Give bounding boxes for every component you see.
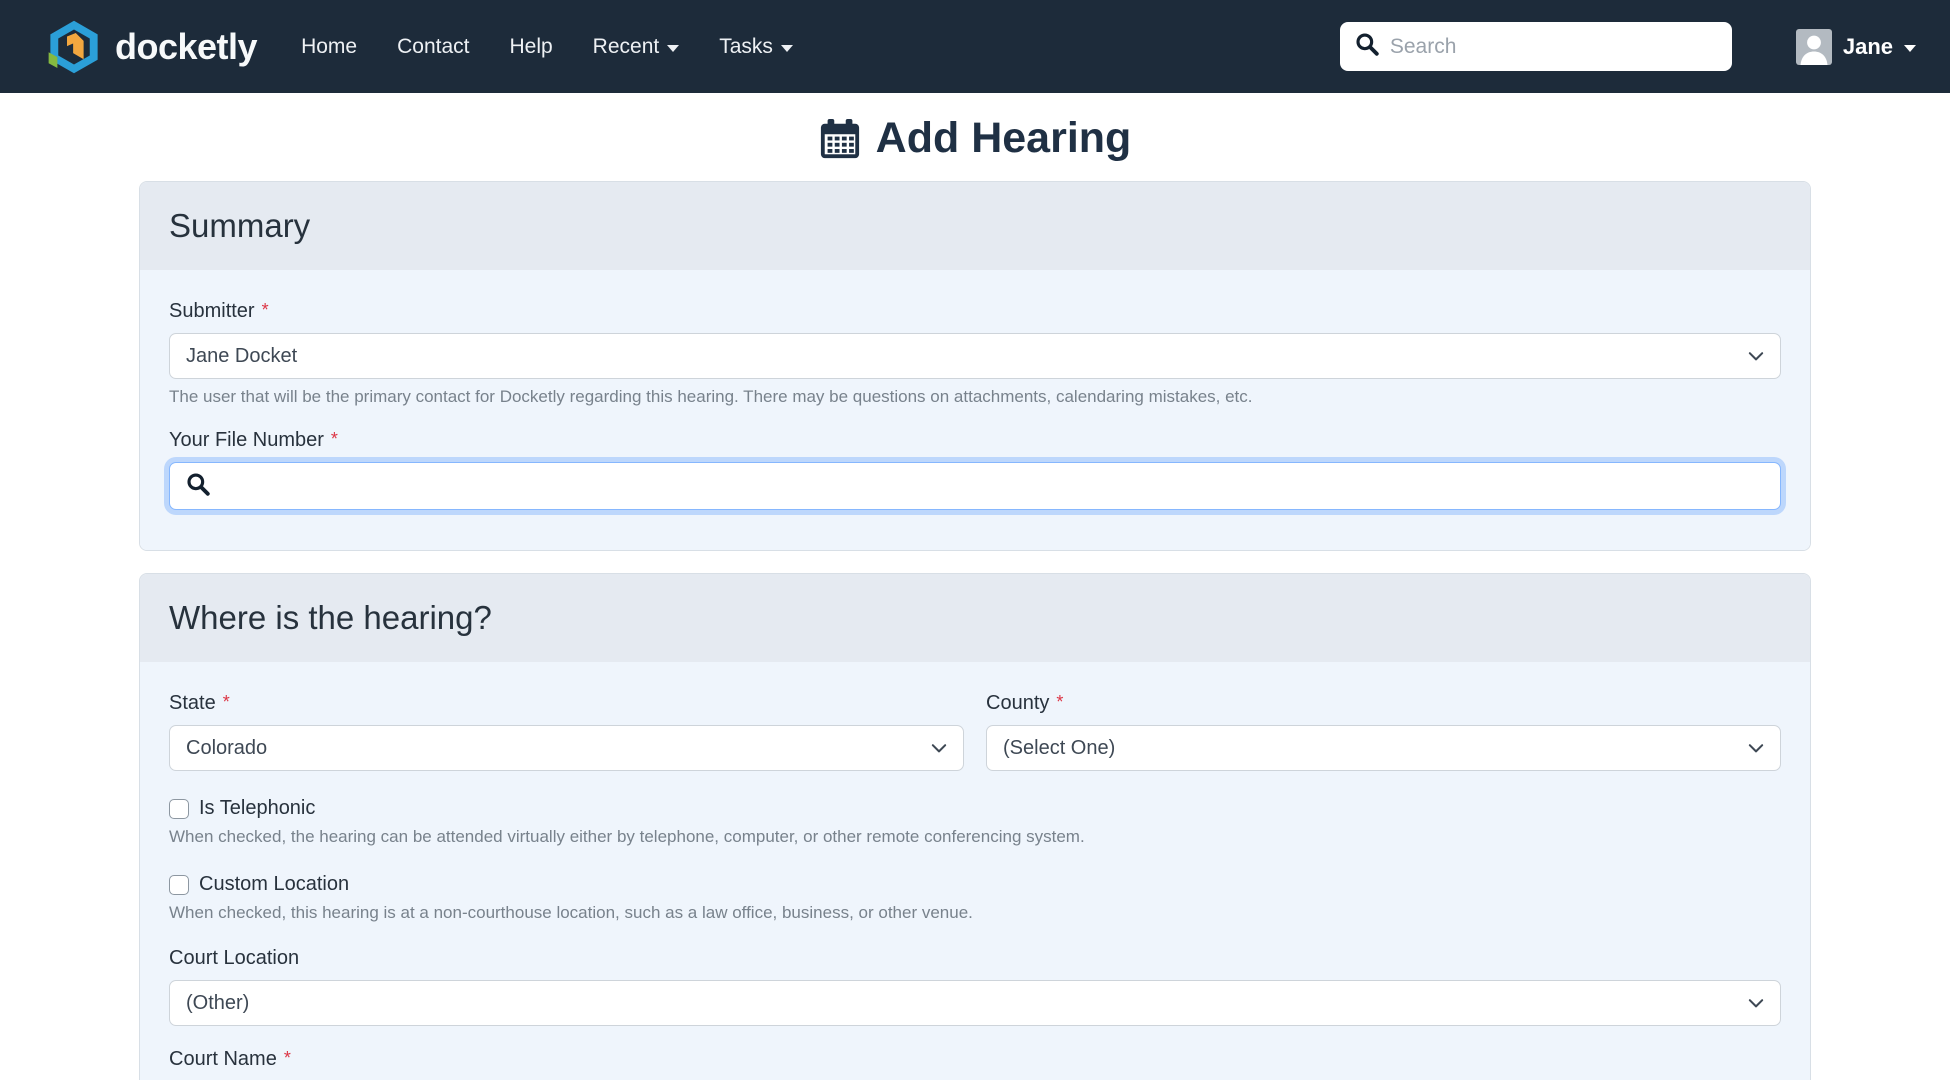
search-icon <box>185 471 211 502</box>
page: docketly Home Contact Help Recent Tasks <box>0 0 1950 1080</box>
county-field-group: County * (Select One) <box>986 692 1781 771</box>
submitter-label: Submitter * <box>169 300 1781 323</box>
nav-item-recent-label: Recent <box>592 34 660 58</box>
required-asterisk: * <box>330 429 338 449</box>
court-name-label-text: Court Name <box>169 1048 277 1070</box>
court-location-select[interactable]: (Other) <box>169 980 1781 1026</box>
custom-location-row[interactable]: Custom Location <box>169 873 1781 896</box>
where-card-title: Where is the hearing? <box>140 574 1810 662</box>
required-asterisk: * <box>1056 692 1064 712</box>
nav-links: Home Contact Help Recent Tasks <box>301 35 793 59</box>
submitter-select[interactable]: Jane Docket <box>169 333 1781 379</box>
custom-location-group: Custom Location When checked, this heari… <box>169 873 1781 923</box>
user-menu[interactable]: Jane <box>1795 28 1916 65</box>
court-name-field-group: Court Name * <box>169 1048 1781 1080</box>
where-card: Where is the hearing? State * Colorado C… <box>139 573 1811 1080</box>
where-card-body: State * Colorado County * (Select One) I… <box>140 662 1810 1080</box>
page-title: Add Hearing <box>0 114 1950 163</box>
custom-location-help-text: When checked, this hearing is at a non-c… <box>169 903 973 922</box>
submitter-label-text: Submitter <box>169 300 255 322</box>
caret-down-icon <box>667 44 680 52</box>
court-location-label-text: Court Location <box>169 947 300 969</box>
caret-down-icon <box>1904 44 1916 52</box>
is-telephonic-group: Is Telephonic When checked, the hearing … <box>169 797 1781 847</box>
is-telephonic-label: Is Telephonic <box>199 797 316 819</box>
court-location-field-group: Court Location (Other) <box>169 947 1781 1026</box>
state-label: State * <box>169 692 964 715</box>
submitter-select-wrap: Jane Docket <box>169 333 1781 379</box>
summary-card-body: Submitter * Jane Docket The user that wi… <box>140 270 1810 550</box>
user-name: Jane <box>1842 33 1893 59</box>
caret-down-icon <box>780 44 793 52</box>
brand-name: docketly <box>115 25 258 67</box>
state-label-text: State <box>169 692 216 714</box>
is-telephonic-row[interactable]: Is Telephonic <box>169 797 1781 820</box>
custom-location-label: Custom Location <box>199 873 350 895</box>
summary-card: Summary Submitter * Jane Docket The user… <box>139 181 1811 551</box>
is-telephonic-help-text: When checked, the hearing can be attende… <box>169 827 1085 846</box>
search-icon <box>1354 31 1380 62</box>
file-number-field-group: Your File Number * <box>169 429 1781 510</box>
state-county-row: State * Colorado County * (Select One) <box>169 692 1781 771</box>
navbar-search-input[interactable] <box>1389 34 1718 59</box>
file-number-input[interactable] <box>222 474 1765 498</box>
docketly-logo-icon <box>46 19 102 75</box>
summary-card-title: Summary <box>140 182 1810 270</box>
state-select[interactable]: Colorado <box>169 725 964 771</box>
navbar-search-box[interactable] <box>1339 22 1732 71</box>
court-location-select-wrap: (Other) <box>169 980 1781 1026</box>
nav-item-contact[interactable]: Contact <box>397 35 469 59</box>
file-number-search-box <box>169 462 1781 510</box>
required-asterisk: * <box>222 692 230 712</box>
county-select[interactable]: (Select One) <box>986 725 1781 771</box>
required-asterisk: * <box>283 1048 291 1068</box>
nav-item-tasks-label: Tasks <box>719 34 773 58</box>
brand-link[interactable]: docketly <box>46 19 258 75</box>
person-avatar-icon <box>1795 28 1832 65</box>
court-name-label: Court Name * <box>169 1048 1781 1071</box>
top-navbar: docketly Home Contact Help Recent Tasks <box>0 0 1950 93</box>
county-select-wrap: (Select One) <box>986 725 1781 771</box>
required-asterisk: * <box>261 300 269 320</box>
nav-item-home[interactable]: Home <box>301 35 357 59</box>
is-telephonic-checkbox[interactable] <box>169 798 189 819</box>
submitter-field-group: Submitter * Jane Docket The user that wi… <box>169 300 1781 407</box>
nav-item-help[interactable]: Help <box>509 35 552 59</box>
state-field-group: State * Colorado <box>169 692 964 771</box>
page-title-text: Add Hearing <box>875 114 1132 162</box>
submitter-help-text: The user that will be the primary contac… <box>169 387 1253 406</box>
calendar-icon <box>819 118 861 160</box>
court-location-label: Court Location <box>169 947 1781 970</box>
state-select-wrap: Colorado <box>169 725 964 771</box>
file-number-label-text: Your File Number <box>169 429 324 451</box>
county-label: County * <box>986 692 1781 715</box>
nav-item-tasks[interactable]: Tasks <box>719 35 793 59</box>
nav-item-recent[interactable]: Recent <box>593 35 680 59</box>
custom-location-checkbox[interactable] <box>169 874 189 895</box>
file-number-label: Your File Number * <box>169 429 1781 452</box>
county-label-text: County <box>986 692 1050 714</box>
